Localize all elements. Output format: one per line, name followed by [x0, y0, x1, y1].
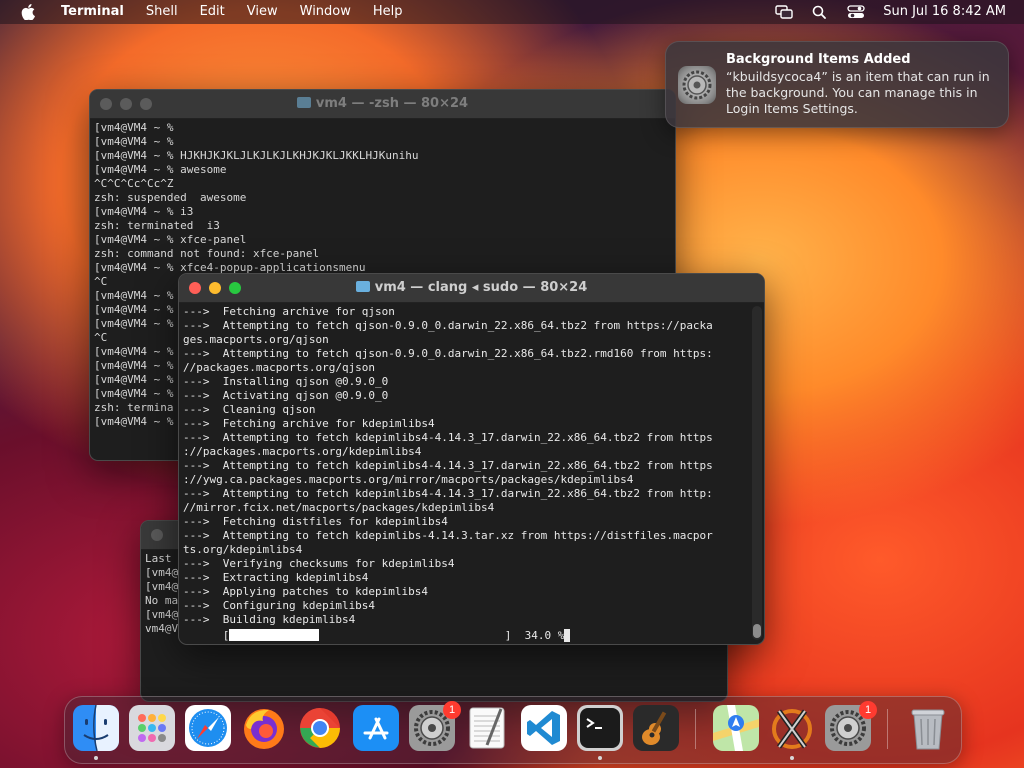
- control-center-icon[interactable]: [847, 5, 865, 19]
- system-settings-gear-icon: [678, 66, 716, 104]
- dock-terminal[interactable]: [577, 705, 623, 751]
- terminal-line: ---> Attempting to fetch kdepimlibs4-4.1…: [183, 459, 713, 472]
- terminal-line: ---> Configuring kdepimlibs4: [183, 599, 376, 612]
- menu-app-terminal[interactable]: Terminal: [50, 0, 135, 24]
- notification-title: Background Items Added: [726, 52, 911, 67]
- screen-mirroring-icon[interactable]: [775, 5, 793, 19]
- terminal-line: [vm4@VM4 ~ % HJKHJKJKLJLKJLKJLKHJKJKLJKK…: [94, 149, 419, 162]
- maps-icon: [713, 705, 759, 751]
- terminal-line: ---> Extracting kdepimlibs4: [183, 571, 369, 584]
- dock-textedit[interactable]: [465, 705, 511, 751]
- dock-chrome[interactable]: [297, 705, 343, 751]
- terminal-line: ---> Activating qjson @0.9.0_0: [183, 389, 389, 402]
- folder-icon: [296, 97, 311, 108]
- dock-launchpad[interactable]: [129, 705, 175, 751]
- finder-icon: [73, 705, 119, 751]
- garageband-icon: [633, 705, 679, 751]
- terminal-line: zsh: suspended awesome: [94, 191, 247, 204]
- folder-icon: [355, 281, 370, 292]
- terminal-line: ts.org/kdepimlibs4: [183, 543, 303, 556]
- terminal-line: ---> Attempting to fetch kdepimlibs4-4.1…: [183, 431, 713, 444]
- textedit-icon: [469, 707, 505, 749]
- terminal-line: ---> Attempting to fetch qjson-0.9.0_0.d…: [183, 347, 713, 360]
- xquartz-icon: [772, 709, 812, 749]
- menu-view[interactable]: View: [236, 0, 289, 24]
- terminal-line: //mirror.fcix.net/macports/packages/kdep…: [183, 501, 495, 514]
- terminal-icon: [577, 705, 623, 751]
- terminal-line: ://packages.macports.org/kdepimlibs4: [183, 445, 422, 458]
- dock-safari[interactable]: [185, 705, 231, 751]
- terminal-line: ---> Fetching distfiles for kdepimlibs4: [183, 515, 448, 528]
- dock-firefox[interactable]: [241, 705, 287, 751]
- terminal-line: [vm4@VM4 ~ % awesome: [94, 163, 227, 176]
- progress-line: [ ] 34.0 %: [179, 629, 764, 644]
- back-window-titlebar[interactable]: vm4 — -zsh — 80×24: [90, 90, 675, 119]
- terminal-line: ---> Attempting to fetch qjson-0.9.0_0.d…: [183, 319, 713, 332]
- dock: 1 1: [64, 696, 962, 764]
- text-cursor: [564, 629, 571, 642]
- front-window-titlebar[interactable]: vm4 — clang ◂ sudo — 80×24: [179, 274, 764, 303]
- trash-icon: [911, 709, 945, 750]
- terminal-line: ---> Building kdepimlibs4: [183, 613, 356, 626]
- notification-badge: 1: [443, 701, 461, 719]
- dock-separator: [887, 709, 888, 749]
- launchpad-icon: [129, 705, 175, 751]
- front-terminal-content[interactable]: ---> Fetching archive for qjson ---> Atte…: [179, 303, 764, 629]
- notification-body: “kbuildsycoca4” is an item that can run …: [726, 69, 990, 116]
- search-icon[interactable]: [811, 5, 829, 19]
- dock-running-indicator: [94, 756, 98, 760]
- window-title: vm4 — clang ◂ sudo — 80×24: [179, 274, 764, 302]
- terminal-line: ---> Fetching archive for kdepimlibs4: [183, 417, 435, 430]
- dock-system-settings[interactable]: 1: [409, 701, 461, 751]
- terminal-line: //packages.macports.org/qjson: [183, 361, 376, 374]
- menu-bar: Terminal Shell Edit View Window Help Sun…: [0, 0, 1024, 24]
- dock-trash[interactable]: [905, 705, 951, 751]
- menu-window[interactable]: Window: [289, 0, 362, 24]
- terminal-line: [vm4@VM4 ~ % i3: [94, 205, 194, 218]
- dock-maps[interactable]: [713, 705, 759, 751]
- terminal-line: [vm4@VM4 ~ % xfce-panel: [94, 233, 247, 246]
- notification-banner[interactable]: Background Items Added “kbuildsycoca4” i…: [665, 41, 1009, 128]
- apple-menu-icon[interactable]: [18, 0, 38, 24]
- terminal-window-front[interactable]: vm4 — clang ◂ sudo — 80×24 ---> Fetching…: [178, 273, 765, 645]
- menu-edit[interactable]: Edit: [189, 0, 236, 24]
- dock-vscode[interactable]: [521, 705, 567, 751]
- terminal-line: ---> Cleaning qjson: [183, 403, 316, 416]
- terminal-line: ---> Applying patches to kdepimlibs4: [183, 585, 429, 598]
- terminal-line: ---> Attempting to fetch kdepimlibs-4.14…: [183, 529, 713, 542]
- dock-running-indicator: [790, 756, 794, 760]
- dock-xquartz[interactable]: [769, 705, 815, 751]
- menu-clock[interactable]: Sun Jul 16 8:42 AM: [883, 0, 1006, 24]
- terminal-line: ://ywg.ca.packages.macports.org/mirror/m…: [183, 473, 634, 486]
- terminal-line: ---> Verifying checksums for kdepimlibs4: [183, 557, 455, 570]
- menu-help[interactable]: Help: [362, 0, 414, 24]
- terminal-line: ---> Attempting to fetch kdepimlibs4-4.1…: [183, 487, 713, 500]
- dock-finder[interactable]: [73, 705, 119, 751]
- dock-running-indicator: [598, 756, 602, 760]
- app-store-icon: [353, 705, 399, 751]
- window-title: vm4 — -zsh — 80×24: [90, 90, 675, 118]
- dock-separator: [695, 709, 696, 749]
- dock-garageband[interactable]: [633, 705, 679, 751]
- terminal-line: [vm4@VM4 ~ %: [94, 121, 174, 134]
- terminal-line: ---> Fetching archive for qjson: [183, 305, 395, 318]
- vscode-icon: [521, 705, 567, 751]
- terminal-line: ^C^C^Cc^Cc^Z: [94, 177, 174, 190]
- scrollbar[interactable]: [752, 306, 762, 640]
- dock-system-settings-2[interactable]: 1: [825, 701, 877, 751]
- notification-badge: 1: [859, 701, 877, 719]
- chrome-icon: [300, 708, 340, 748]
- close-button[interactable]: [151, 529, 163, 541]
- firefox-icon: [244, 709, 284, 749]
- progress-bar-fill: [229, 629, 320, 641]
- terminal-line: ges.macports.org/qjson: [183, 333, 329, 346]
- terminal-line: ---> Installing qjson @0.9.0_0: [183, 375, 389, 388]
- scrollbar-thumb[interactable]: [753, 624, 761, 638]
- terminal-line: zsh: command not found: xfce-panel: [94, 247, 320, 260]
- menu-shell[interactable]: Shell: [135, 0, 189, 24]
- terminal-line: zsh: terminated i3: [94, 219, 220, 232]
- dock-app-store[interactable]: [353, 705, 399, 751]
- safari-icon: [185, 705, 231, 751]
- terminal-line: [vm4@VM4 ~ %: [94, 135, 174, 148]
